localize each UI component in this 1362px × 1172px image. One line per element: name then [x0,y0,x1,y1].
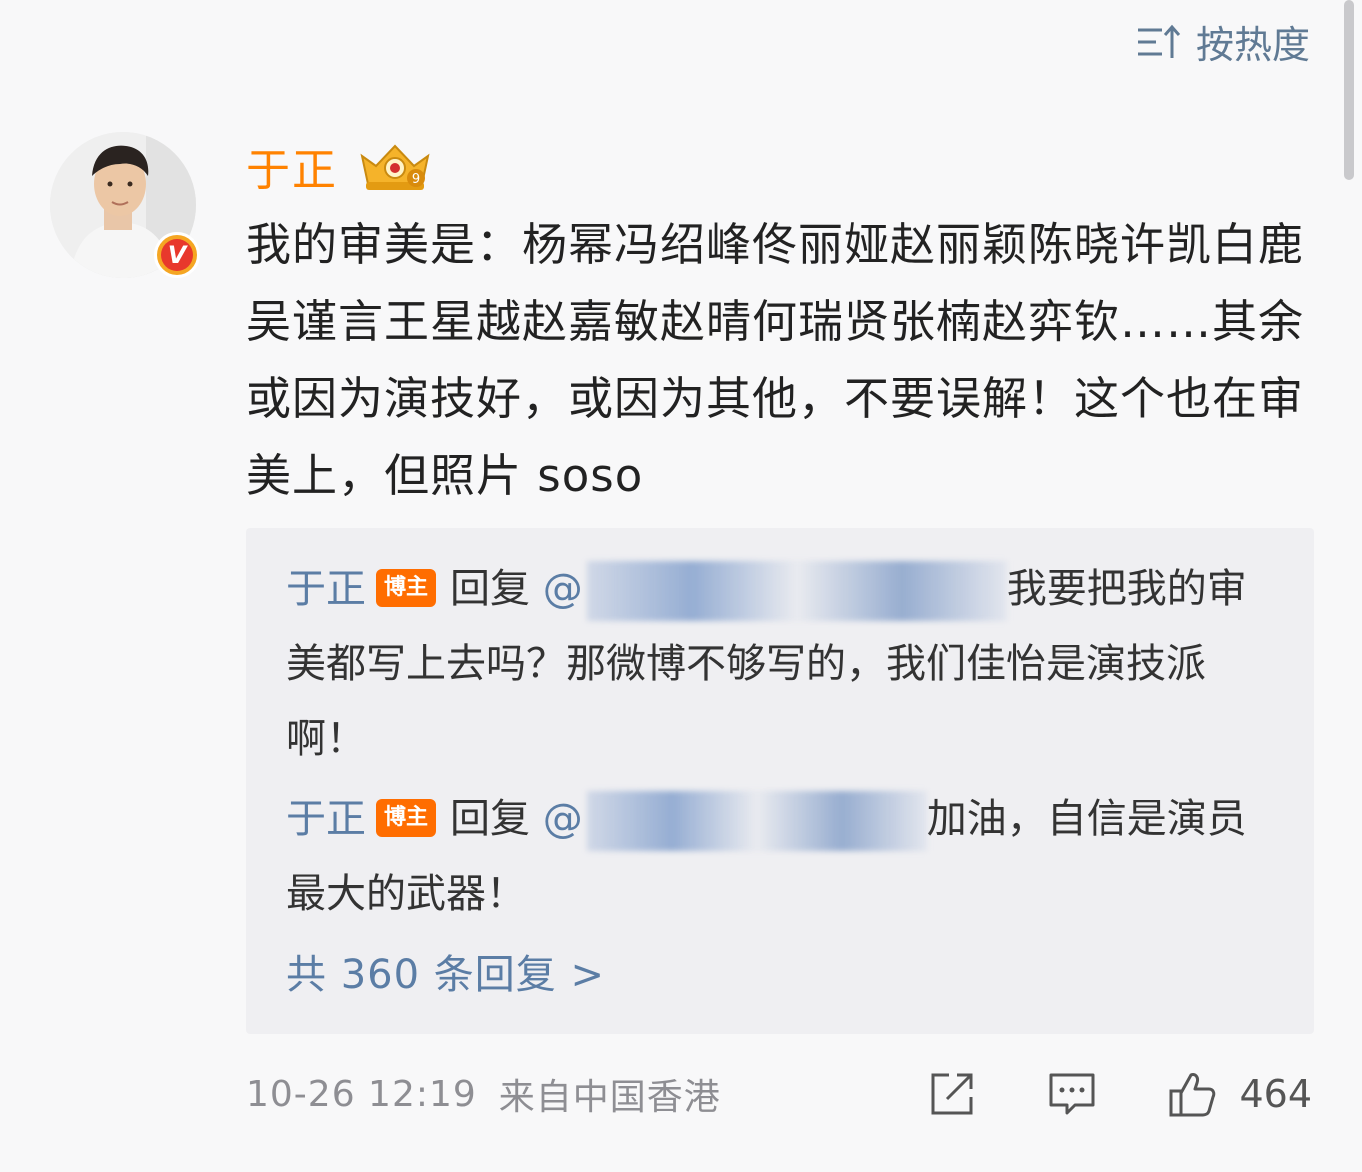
timestamp: 10-26 12:19 [246,1073,477,1115]
comment-footer: 10-26 12:19 来自中国香港 464 [246,1068,1312,1120]
post-source: 来自中国香港 [498,1077,721,1118]
blogger-tag: 博主 [376,799,437,837]
reply-username[interactable]: 于正 [286,796,366,842]
like-button[interactable]: 464 [1167,1069,1312,1119]
reply-thread: 于正 博主 回复 @ 我要把我的审美都写上去吗？那微博不够写的，我们佳怡是演技派啊！ … [246,528,1314,1034]
comment-author-row: 于正 9 [246,134,436,198]
more-replies-link[interactable]: 共 360 条回复 > [286,942,605,1000]
vip-crown-icon: 9 [360,144,430,190]
comment-page: 按热度 V 于正 9 我的审美是：杨幂冯绍峰佟丽娅赵丽颖陈晓许凯白鹿吴谨言王星越… [0,0,1362,1172]
comment-actions: 464 [927,1069,1312,1119]
blurred-mention[interactable] [586,561,1007,621]
thumbs-up-icon [1169,1073,1216,1117]
reply-item: 于正 博主 回复 @ 加油，自信是演员最大的武器！ [286,782,1276,932]
comment-username[interactable]: 于正 [246,134,338,198]
reply-word: 回复 [450,796,531,842]
scrollbar[interactable] [1344,0,1354,180]
share-icon [931,1073,973,1115]
verified-badge-icon: V [154,232,200,278]
comment-icon [1049,1073,1095,1115]
share-button[interactable] [927,1069,977,1119]
sort-icon [1137,24,1181,58]
reply-username[interactable]: 于正 [286,566,366,612]
avatar[interactable]: V [50,132,200,278]
mention-prefix[interactable]: @ [543,796,583,842]
reply-word: 回复 [450,566,531,612]
reply-item: 于正 博主 回复 @ 我要把我的审美都写上去吗？那微博不够写的，我们佳怡是演技派啊！ [286,552,1276,777]
like-count: 464 [1239,1072,1312,1116]
blurred-mention[interactable] [586,791,927,851]
comment-body: 我的审美是：杨幂冯绍峰佟丽娅赵丽颖陈晓许凯白鹿吴谨言王星越赵嘉敏赵晴何瑞贤张楠赵… [246,218,1305,502]
svg-text:9: 9 [412,172,420,187]
sort-toggle[interactable]: 按热度 [1136,14,1310,69]
comment-button[interactable] [1047,1069,1097,1119]
sort-label: 按热度 [1195,23,1310,67]
blogger-tag: 博主 [376,569,437,607]
mention-prefix[interactable]: @ [543,566,583,612]
